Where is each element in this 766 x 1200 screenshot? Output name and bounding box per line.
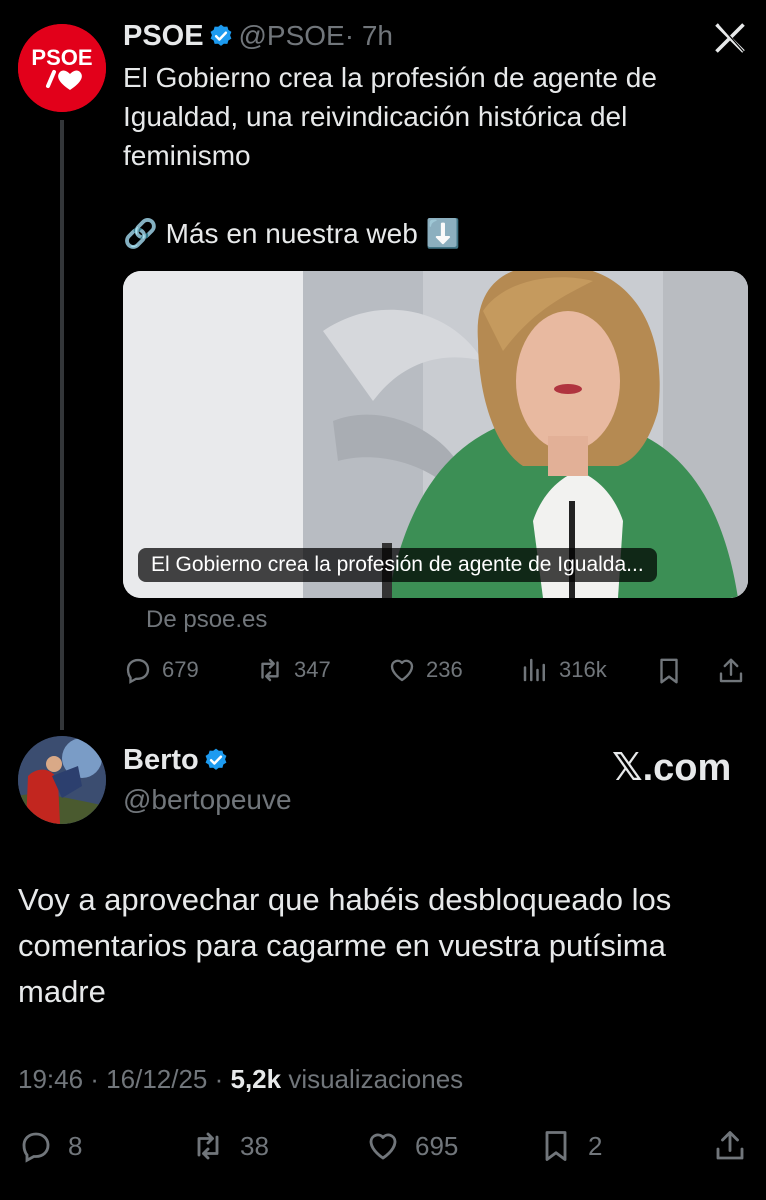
reply-bookmark-button[interactable]: 2 — [538, 1128, 602, 1164]
retweet-count: 347 — [294, 657, 331, 682]
retweet-icon — [261, 658, 279, 682]
analytics-icon — [523, 658, 545, 682]
psoe-logo-icon: PSOE — [18, 24, 106, 112]
reply-views-count: 5,2k — [230, 1064, 282, 1094]
tweet-text-line: El Gobierno crea la profesión de agente … — [123, 62, 657, 93]
verified-badge-icon — [210, 24, 232, 46]
reply-time: 19:46 · 16/12/25 · — [18, 1064, 231, 1094]
reply-bookmark-count: 2 — [588, 1130, 603, 1161]
retweet-icon — [197, 1132, 219, 1160]
tweet-text-line: feminismo — [123, 140, 251, 171]
reply-icon — [126, 658, 150, 684]
psoe-logo-text: PSOE — [31, 45, 92, 70]
reply-author-handle[interactable]: @bertopeuve — [123, 784, 292, 816]
tweet-link-line[interactable]: 🔗 Más en nuestra web ⬇️ — [123, 214, 743, 253]
reply-views-label: visualizaciones — [281, 1064, 464, 1094]
reply-reply-button[interactable]: 8 — [18, 1128, 82, 1164]
verified-badge-icon — [205, 748, 227, 770]
reply-author-name[interactable]: Berto — [123, 744, 199, 776]
link-source[interactable]: De psoe.es — [146, 606, 267, 634]
author-name[interactable]: PSOE — [123, 20, 204, 52]
views-count: 316k — [559, 657, 607, 682]
share-icon[interactable] — [712, 1128, 748, 1164]
retweet-button[interactable]: 347 — [255, 655, 331, 685]
reply-meta: 19:46 · 16/12/25 · 5,2k visualizaciones — [18, 1064, 463, 1095]
berto-avatar[interactable] — [18, 736, 106, 824]
tweet-header: PSOE @PSOE· 7h — [123, 20, 393, 53]
heart-icon — [390, 659, 414, 682]
like-count: 236 — [426, 657, 463, 682]
x-brand-logo: 𝕏.com — [612, 747, 732, 789]
like-button[interactable]: 236 — [387, 655, 463, 685]
author-handle[interactable]: @PSOE — [239, 20, 345, 51]
reply-text: Voy a aprovechar que habéis desbloqueado… — [18, 882, 672, 1009]
tweet-time: · 7h — [344, 20, 393, 51]
bookmark-icon — [545, 1131, 567, 1161]
media-caption: El Gobierno crea la profesión de agente … — [138, 548, 657, 582]
reply-like-count: 695 — [415, 1130, 459, 1161]
avatar-image — [18, 736, 106, 824]
tweet-text-line: Igualdad, una reivindicación histórica d… — [123, 101, 628, 132]
reply-button[interactable]: 679 — [123, 655, 199, 685]
thread-line — [60, 120, 64, 730]
reply-icon — [22, 1132, 50, 1163]
tweet-text: El Gobierno crea la profesión de agente … — [123, 58, 743, 253]
reply-reply-count: 8 — [68, 1130, 83, 1161]
reply-retweet-count: 38 — [240, 1130, 269, 1161]
bookmark-icon[interactable] — [654, 656, 684, 686]
reply-header: Berto — [123, 744, 229, 777]
reply-retweet-button[interactable]: 38 — [190, 1128, 269, 1164]
psoe-avatar[interactable]: PSOE — [18, 24, 106, 112]
x-close-icon[interactable] — [712, 20, 748, 56]
reply-like-button[interactable]: 695 — [365, 1128, 458, 1164]
reply-count: 679 — [162, 657, 199, 682]
share-icon[interactable] — [716, 656, 746, 686]
views-button[interactable]: 316k — [520, 655, 607, 685]
heart-icon — [369, 1133, 397, 1160]
